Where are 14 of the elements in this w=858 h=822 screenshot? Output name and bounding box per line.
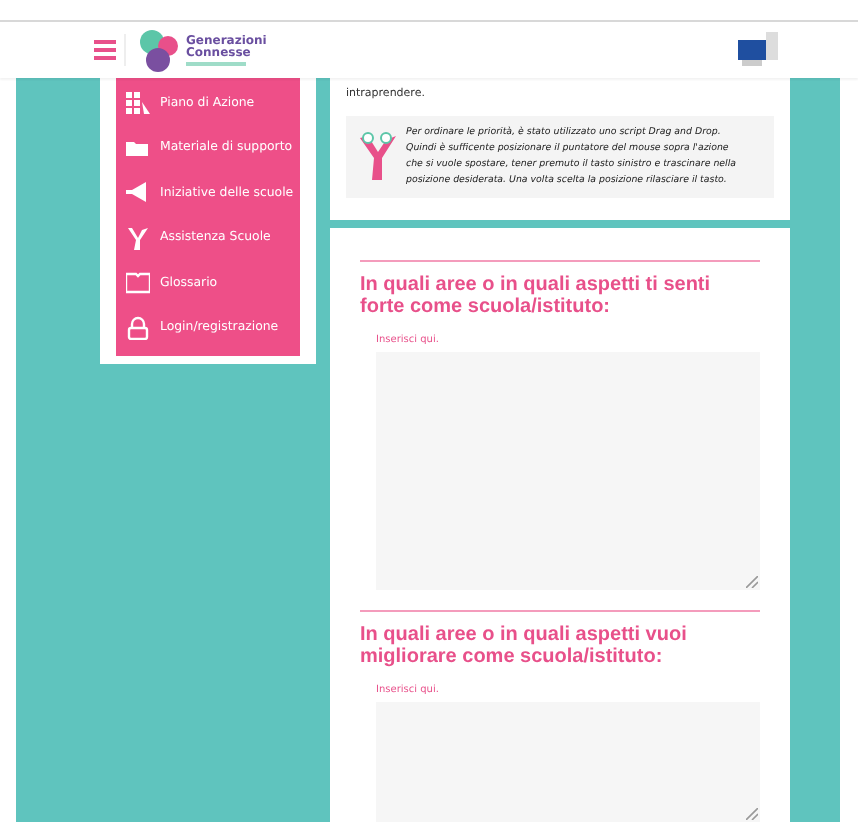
menu-item-icon <box>126 225 150 249</box>
logo-icon <box>138 26 182 74</box>
flag-icon <box>734 32 782 68</box>
menu-item-icon <box>126 180 150 204</box>
logo-tagline-bar <box>186 61 246 65</box>
resize-grip-icon[interactable] <box>746 808 758 820</box>
menu-item-icon <box>126 90 150 114</box>
menu-icon[interactable] <box>94 40 116 60</box>
menu-item-icon <box>126 315 150 339</box>
question-title: In quali aree o in quali aspetti vuoi migliorare come scuola/istituto: <box>360 624 689 668</box>
menu-item-icon <box>126 270 150 294</box>
resize-grip-icon[interactable] <box>746 576 758 588</box>
question-title: In quali aree o in quali aspetti ti senti forte come scuola/istituto: <box>360 274 713 318</box>
mascot-icon <box>356 130 400 182</box>
